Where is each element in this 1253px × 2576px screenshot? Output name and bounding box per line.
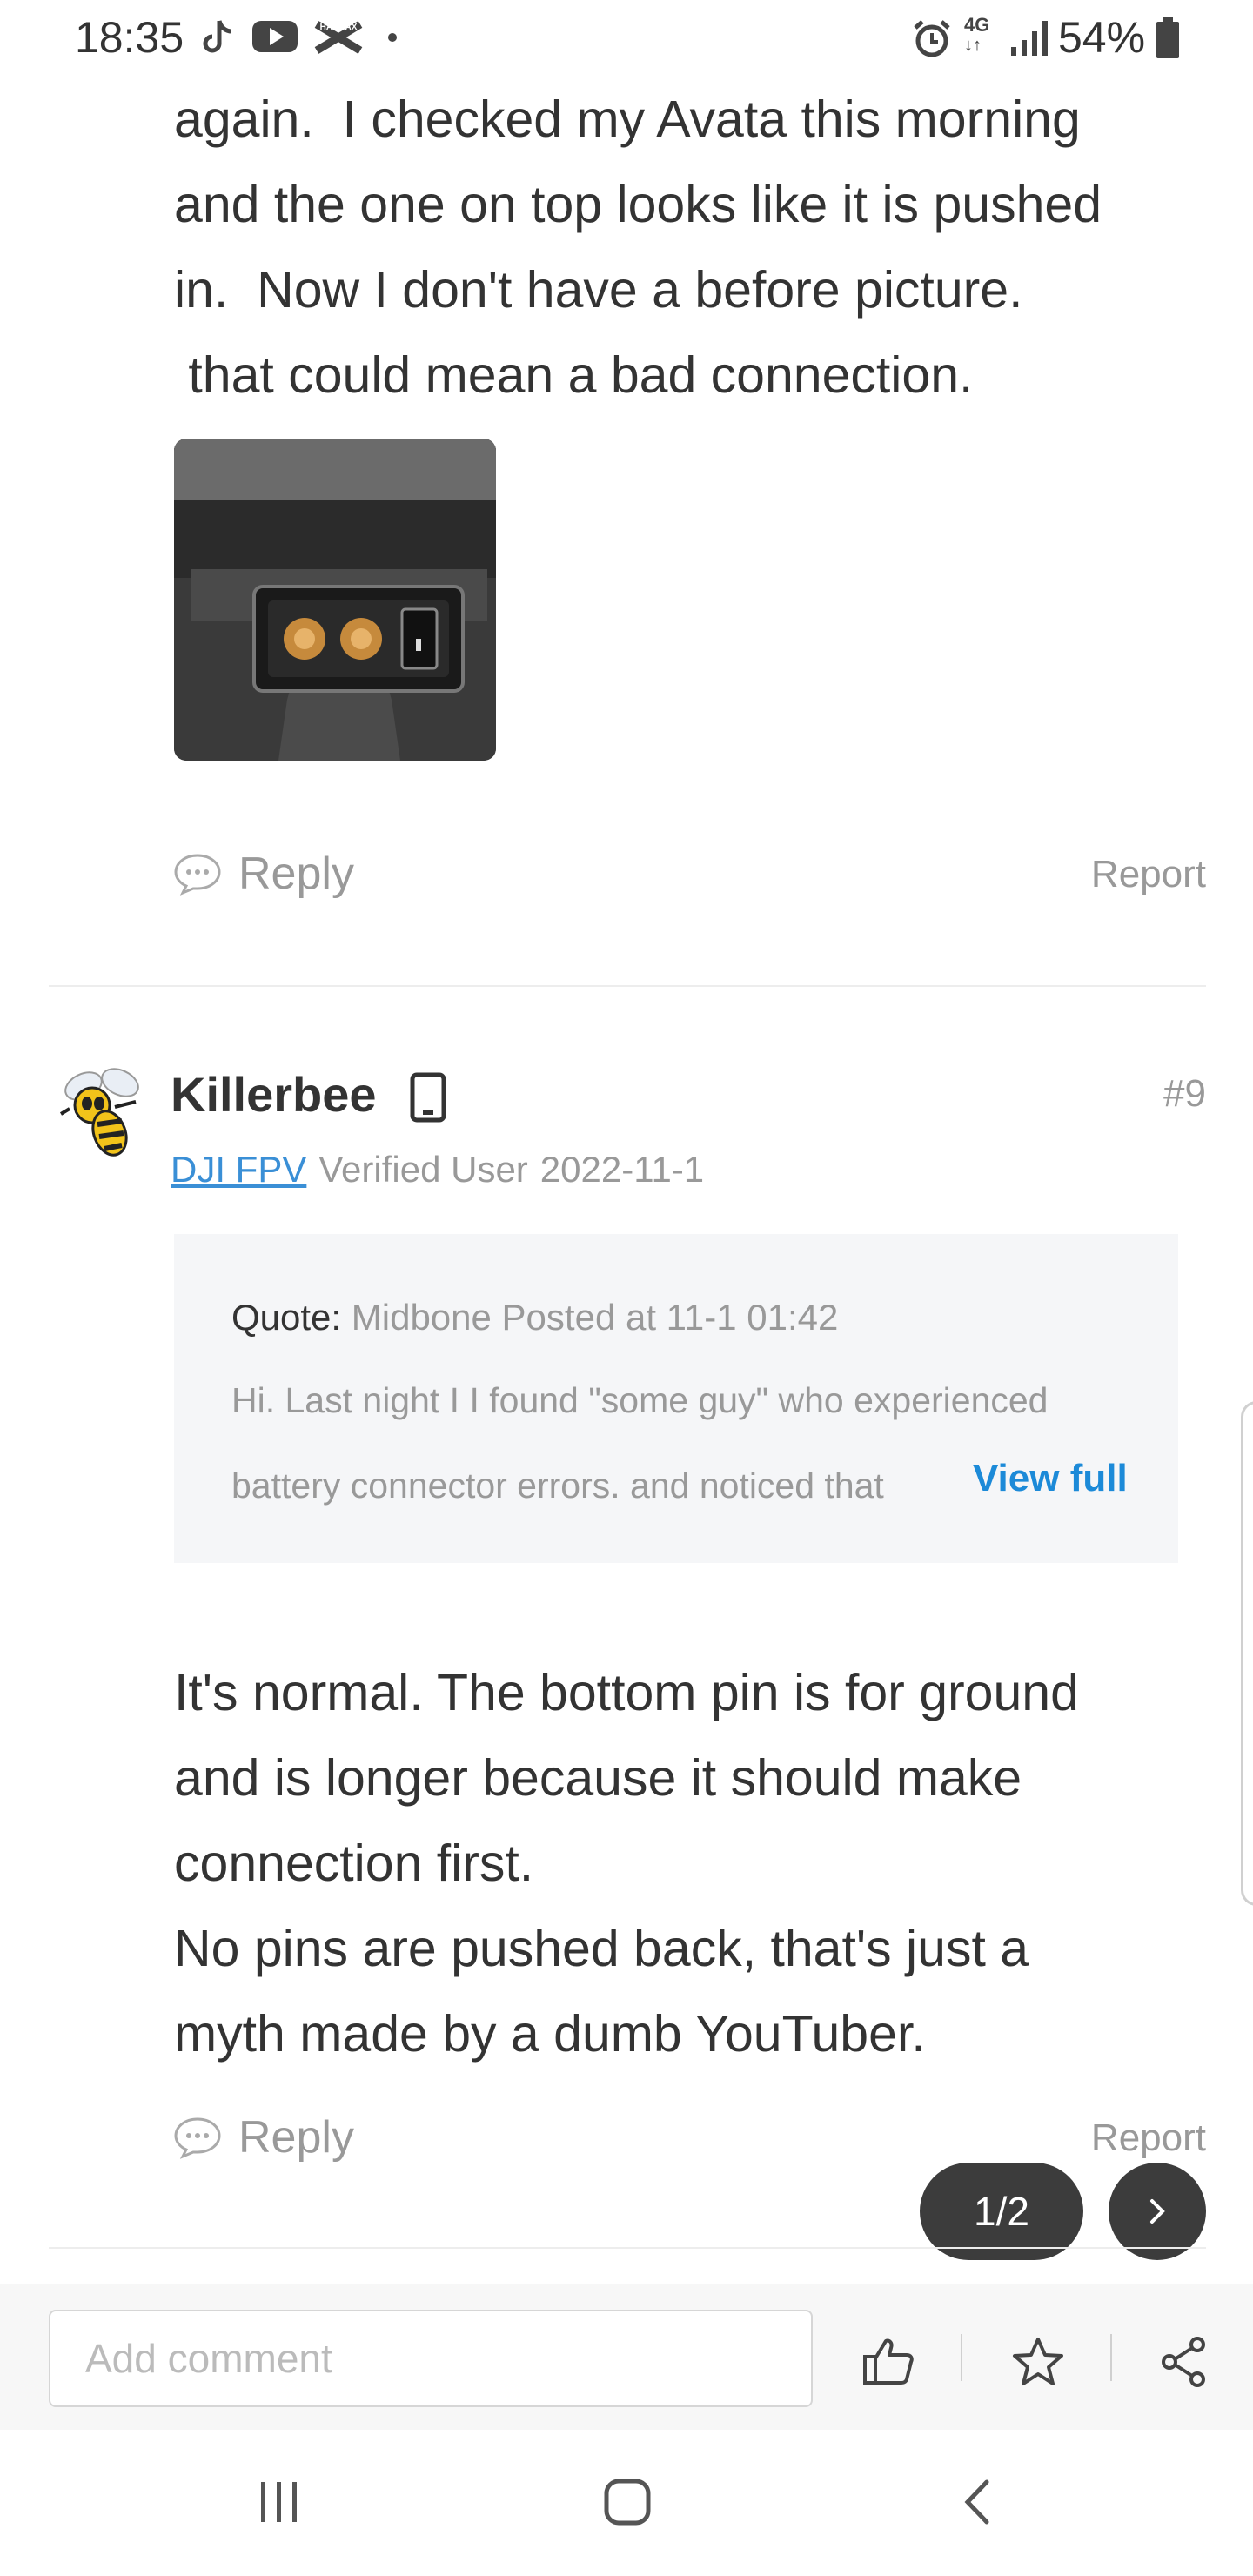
comment-bar: Add comment [0, 2284, 1253, 2430]
back-icon[interactable] [957, 2477, 999, 2527]
author-meta: DJI FPV Verified User 2022-11-1 [171, 1149, 704, 1191]
battery-percent: 54% [1058, 13, 1146, 62]
product-tag-link[interactable]: DJI FPV [171, 1149, 306, 1191]
post-line: It's normal. The bottom pin is for groun… [174, 1664, 1079, 1721]
post-line: and the one on top looks like it is push… [174, 176, 1102, 233]
thumbs-up-icon[interactable] [861, 2336, 915, 2386]
mobile-device-icon [410, 1072, 446, 1123]
status-time: 18:35 [75, 13, 184, 62]
post-date: 2022-11-1 [539, 1149, 705, 1190]
author-name[interactable]: Killerbee [171, 1066, 377, 1123]
reply-button[interactable]: Reply [172, 2111, 354, 2163]
quote-label: Quote: [231, 1297, 342, 1338]
verified-label: Verified User [318, 1149, 528, 1190]
post-line: connection first. [174, 1835, 534, 1892]
report-link[interactable]: Report [1091, 2116, 1206, 2160]
status-bar: 18:35 HALIFAX 4G ↓↑ 54% [0, 0, 1253, 80]
quote-meta: Midbone Posted at 11-1 01:42 [351, 1297, 839, 1338]
dot-icon [388, 33, 397, 42]
avatar[interactable] [52, 1063, 148, 1159]
post-line: that could mean a bad connection. [174, 346, 974, 404]
alarm-icon [914, 20, 950, 57]
comment-bubble-icon [174, 2117, 221, 2159]
post-line: No pins are pushed back, that's just a [174, 1920, 1029, 1977]
recent-apps-icon[interactable] [256, 2479, 303, 2526]
reply-button[interactable]: Reply [172, 848, 354, 900]
signal-icon [1011, 21, 1048, 56]
add-comment-input[interactable]: Add comment [49, 2310, 813, 2407]
post-divider [49, 985, 1206, 987]
post-line: myth made by a dumb YouTuber. [174, 2005, 926, 2063]
network-label: 4G [964, 14, 990, 36]
battery-icon [1156, 17, 1179, 58]
edge-panel-handle[interactable] [1241, 1401, 1253, 1906]
chevron-right-icon [1150, 2199, 1165, 2224]
view-full-link[interactable]: View full [973, 1457, 1128, 1500]
report-link[interactable]: Report [1091, 853, 1206, 896]
bar-separator [1110, 2334, 1112, 2381]
quote-header: Quote: Midbone Posted at 11-1 01:42 [231, 1297, 838, 1338]
reply-label: Reply [238, 849, 354, 899]
quote-box: Quote: Midbone Posted at 11-1 01:42 Hi. … [174, 1234, 1178, 1563]
star-icon[interactable] [1011, 2336, 1065, 2388]
bar-separator [961, 2334, 962, 2381]
post-image-battery-connector[interactable] [174, 439, 496, 761]
post-line: again. I checked my Avata this morning [174, 91, 1081, 148]
youtube-icon [252, 21, 298, 52]
post-line: in. Now I don't have a before picture. [174, 261, 1023, 319]
page-indicator-button[interactable]: 1/2 [920, 2163, 1083, 2260]
post-number: #9 [1163, 1072, 1206, 1115]
home-icon[interactable] [602, 2477, 653, 2527]
halifax-icon: HALIFAX [314, 21, 363, 54]
post-body: It's normal. The bottom pin is for groun… [174, 1650, 1201, 2076]
post-body-previous: again. I checked my Avata this morning a… [174, 77, 1183, 418]
comment-bubble-icon [174, 854, 221, 896]
post-line: and is longer because it should make [174, 1749, 1022, 1807]
navigation-bar [0, 2430, 1253, 2576]
quote-text-line: Hi. Last night I I found "some guy" who … [231, 1380, 1049, 1420]
bee-avatar-icon [59, 1068, 139, 1157]
svg-text:HALIFAX: HALIFAX [320, 23, 358, 32]
share-icon[interactable] [1159, 2336, 1208, 2388]
tiktok-icon [203, 20, 232, 53]
connector-photo [174, 439, 496, 761]
post-divider [49, 2247, 1206, 2249]
next-page-button[interactable] [1109, 2163, 1206, 2260]
network-4g-icon: 4G ↓↑ [964, 14, 990, 56]
reply-label: Reply [238, 2112, 354, 2163]
